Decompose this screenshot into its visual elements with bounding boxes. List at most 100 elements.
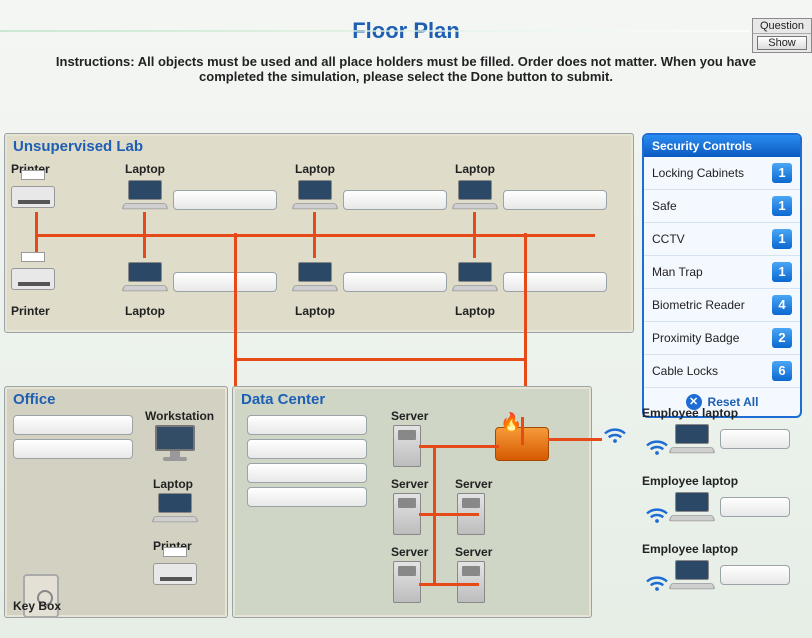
- laptop-icon[interactable]: [123, 262, 167, 292]
- control-cctv[interactable]: CCTV 1: [644, 223, 800, 256]
- laptop-icon[interactable]: [453, 180, 497, 210]
- security-controls-panel: Security Controls Locking Cabinets 1 Saf…: [642, 133, 802, 418]
- wire: [419, 445, 499, 448]
- wire: [521, 417, 524, 445]
- label-laptop: Laptop: [153, 477, 193, 491]
- wire: [313, 234, 316, 258]
- wire: [234, 358, 526, 361]
- control-proximity-badge[interactable]: Proximity Badge 2: [644, 322, 800, 355]
- employee-laptop-block: Employee laptop: [642, 406, 802, 454]
- control-count: 1: [772, 229, 792, 249]
- drop-slot[interactable]: [247, 487, 367, 507]
- label-server: Server: [455, 477, 492, 491]
- control-biometric-reader[interactable]: Biometric Reader 4: [644, 289, 800, 322]
- printer-icon[interactable]: [153, 555, 197, 589]
- wire: [419, 513, 479, 516]
- drop-slot[interactable]: [173, 190, 277, 210]
- drop-slot[interactable]: [13, 415, 133, 435]
- control-label: Biometric Reader: [652, 298, 745, 312]
- control-count: 4: [772, 295, 792, 315]
- label-employee-laptop: Employee laptop: [642, 474, 802, 488]
- employee-laptop-block: Employee laptop: [642, 474, 802, 522]
- wifi-icon: [600, 416, 630, 446]
- laptop-icon[interactable]: [293, 262, 337, 292]
- printer-icon[interactable]: [11, 260, 55, 294]
- label-laptop: Laptop: [125, 304, 165, 318]
- drop-slot[interactable]: [13, 439, 133, 459]
- label-laptop: Laptop: [295, 304, 335, 318]
- question-label: Question: [753, 19, 811, 34]
- wire: [313, 212, 316, 236]
- label-workstation: Workstation: [145, 409, 214, 423]
- drop-slot[interactable]: [503, 190, 607, 210]
- zone-data-center: Data Center Server Server Server Server …: [232, 386, 592, 618]
- label-laptop: Laptop: [455, 304, 495, 318]
- label-employee-laptop: Employee laptop: [642, 542, 802, 556]
- question-box: Question Show: [752, 18, 812, 53]
- control-label: CCTV: [652, 232, 685, 246]
- drop-slot[interactable]: [247, 415, 367, 435]
- wire: [473, 234, 476, 258]
- laptop-icon[interactable]: [123, 180, 167, 210]
- control-label: Locking Cabinets: [652, 166, 744, 180]
- server-icon[interactable]: [393, 561, 421, 603]
- laptop-icon[interactable]: [670, 560, 714, 590]
- wire: [419, 583, 479, 586]
- zone-unsupervised-lab: Unsupervised Lab Printer Laptop Laptop L…: [4, 133, 634, 333]
- drop-slot[interactable]: [720, 565, 790, 585]
- zone-office: Office Workstation Laptop Printer Key Bo…: [4, 386, 228, 618]
- server-icon[interactable]: [457, 561, 485, 603]
- control-label: Man Trap: [652, 265, 703, 279]
- drop-slot[interactable]: [343, 272, 447, 292]
- control-man-trap[interactable]: Man Trap 1: [644, 256, 800, 289]
- label-laptop: Laptop: [455, 162, 495, 176]
- drop-slot[interactable]: [343, 190, 447, 210]
- panel-title: Security Controls: [644, 135, 800, 157]
- wire: [143, 234, 146, 258]
- laptop-icon[interactable]: [453, 262, 497, 292]
- drop-slot[interactable]: [720, 429, 790, 449]
- label-server: Server: [391, 545, 428, 559]
- workstation-icon[interactable]: [153, 425, 197, 467]
- label-printer: Printer: [11, 304, 50, 318]
- wire: [35, 212, 38, 236]
- laptop-icon[interactable]: [153, 493, 197, 523]
- server-icon[interactable]: [393, 425, 421, 467]
- show-button[interactable]: Show: [757, 36, 807, 50]
- wifi-icon: [642, 564, 664, 586]
- label-server: Server: [391, 477, 428, 491]
- label-laptop: Laptop: [295, 162, 335, 176]
- control-label: Safe: [652, 199, 677, 213]
- laptop-icon[interactable]: [670, 424, 714, 454]
- laptop-icon[interactable]: [670, 492, 714, 522]
- server-icon[interactable]: [393, 493, 421, 535]
- zone-title-lab: Unsupervised Lab: [5, 134, 633, 159]
- instructions-text: Instructions: All objects must be used a…: [30, 54, 782, 84]
- laptop-icon[interactable]: [293, 180, 337, 210]
- control-label: Cable Locks: [652, 364, 718, 378]
- control-cable-locks[interactable]: Cable Locks 6: [644, 355, 800, 388]
- drop-slot[interactable]: [173, 272, 277, 292]
- wire: [548, 438, 602, 441]
- label-employee-laptop: Employee laptop: [642, 406, 802, 420]
- label-laptop: Laptop: [125, 162, 165, 176]
- printer-icon[interactable]: [11, 178, 55, 212]
- drop-slot[interactable]: [720, 497, 790, 517]
- control-count: 1: [772, 163, 792, 183]
- label-server: Server: [455, 545, 492, 559]
- control-count: 1: [772, 196, 792, 216]
- wire: [473, 212, 476, 236]
- employee-laptop-block: Employee laptop: [642, 542, 802, 590]
- drop-slot[interactable]: [503, 272, 607, 292]
- control-count: 2: [772, 328, 792, 348]
- drop-slot[interactable]: [247, 463, 367, 483]
- control-locking-cabinets[interactable]: Locking Cabinets 1: [644, 157, 800, 190]
- drop-slot[interactable]: [247, 439, 367, 459]
- wifi-icon: [642, 496, 664, 518]
- label-keybox: Key Box: [13, 599, 61, 613]
- control-count: 6: [772, 361, 792, 381]
- control-safe[interactable]: Safe 1: [644, 190, 800, 223]
- wire: [143, 212, 146, 236]
- label-server: Server: [391, 409, 428, 423]
- control-count: 1: [772, 262, 792, 282]
